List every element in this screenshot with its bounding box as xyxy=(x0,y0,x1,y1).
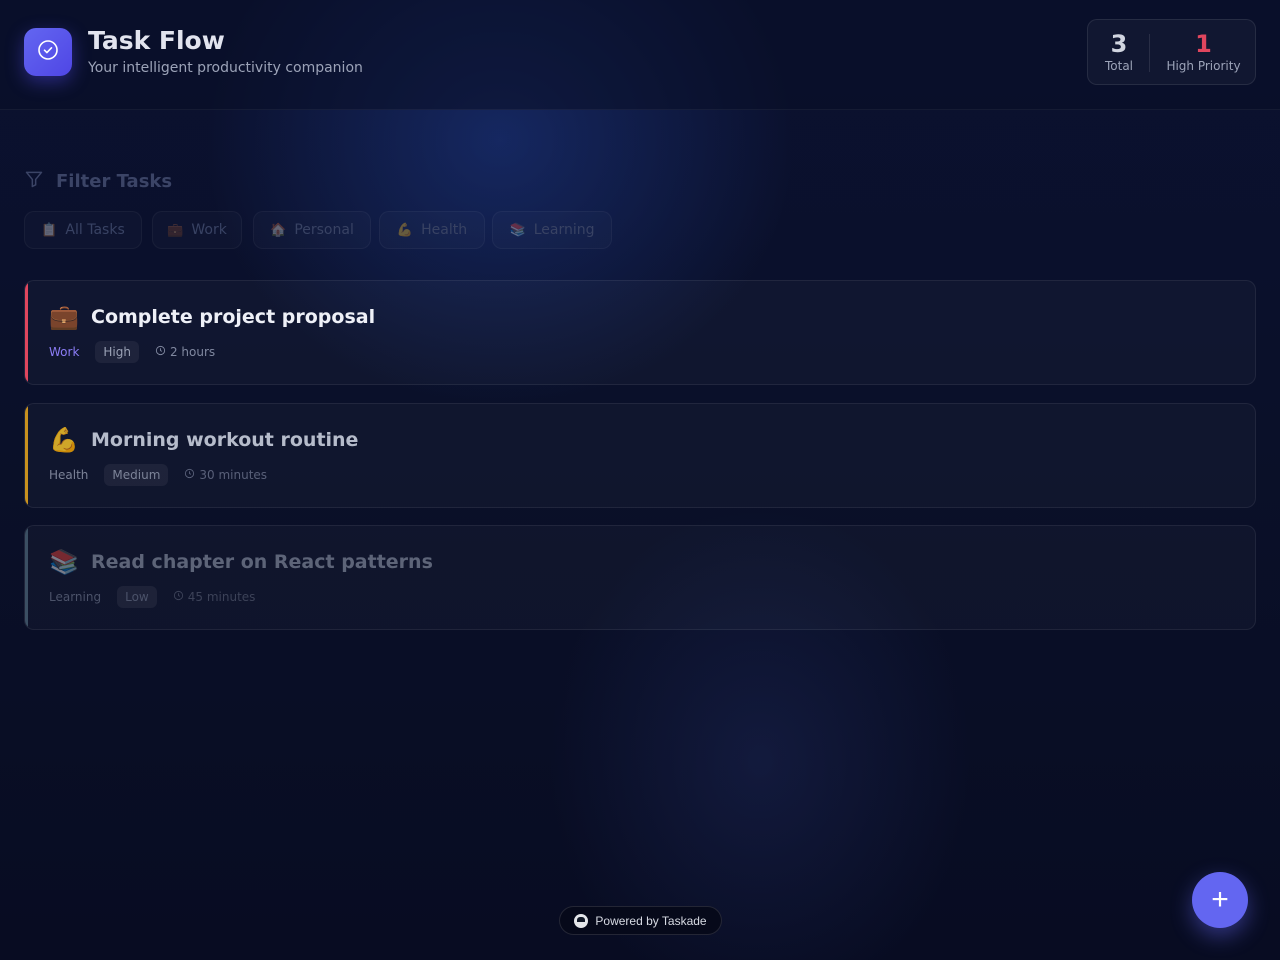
priority-indicator xyxy=(25,281,28,384)
flexed-arm-icon: 💪 xyxy=(49,426,79,454)
filter-chip-learning[interactable]: 📚 Learning xyxy=(492,211,612,249)
briefcase-icon: 💼 xyxy=(167,222,184,238)
task-priority-badge: High xyxy=(95,341,139,363)
filter-chip-all-tasks[interactable]: 📋 All Tasks xyxy=(24,211,142,249)
task-title: Morning workout routine xyxy=(91,429,359,451)
chip-label: Personal xyxy=(294,222,354,238)
task-card[interactable]: 📚 Read chapter on React patterns Learnin… xyxy=(24,525,1256,630)
task-meta: Learning Low 45 minutes xyxy=(49,585,255,609)
clipboard-icon: 📋 xyxy=(41,222,58,238)
task-title: Read chapter on React patterns xyxy=(91,551,433,573)
task-duration: 30 minutes xyxy=(184,468,267,482)
filter-title: Filter Tasks xyxy=(56,170,173,192)
stats-panel: 3 Total 1 High Priority xyxy=(1087,19,1256,85)
task-priority-badge: Medium xyxy=(104,464,169,486)
task-duration-text: 45 minutes xyxy=(187,590,256,604)
briefcase-icon: 💼 xyxy=(49,303,79,331)
priority-indicator xyxy=(25,526,28,629)
task-meta: Health Medium 30 minutes xyxy=(49,463,267,487)
task-priority-badge: Low xyxy=(117,586,157,608)
task-category: Learning xyxy=(49,590,102,604)
task-category: Work xyxy=(49,345,80,359)
house-icon: 🏠 xyxy=(270,222,287,238)
clock-icon xyxy=(155,345,166,359)
task-meta: Work High 2 hours xyxy=(49,340,215,364)
chip-label: All Tasks xyxy=(65,222,125,238)
filter-chip-work[interactable]: 💼 Work xyxy=(152,211,242,249)
stat-high-priority: 1 High Priority xyxy=(1150,20,1257,86)
task-duration-text: 2 hours xyxy=(169,345,216,359)
filter-chip-health[interactable]: 💪 Health xyxy=(379,211,485,249)
task-duration: 2 hours xyxy=(155,345,215,359)
plus-icon: + xyxy=(1211,883,1229,916)
books-icon: 📚 xyxy=(49,548,79,576)
app-logo xyxy=(24,28,72,76)
app-title: Task Flow xyxy=(88,26,225,55)
clock-icon xyxy=(173,590,184,604)
check-circle-icon xyxy=(36,38,60,66)
stat-total-value: 3 xyxy=(1110,30,1128,58)
app-header: Task Flow Your intelligent productivity … xyxy=(0,0,1280,110)
powered-by-text: Powered by Taskade xyxy=(595,913,707,928)
task-category: Health xyxy=(49,468,89,482)
task-card[interactable]: 💼 Complete project proposal Work High 2 … xyxy=(24,280,1256,385)
priority-indicator xyxy=(25,404,28,507)
task-duration: 45 minutes xyxy=(173,590,256,604)
chip-label: Health xyxy=(421,222,468,238)
chip-label: Work xyxy=(191,222,227,238)
task-duration-text: 30 minutes xyxy=(199,468,268,482)
taskade-logo-icon xyxy=(574,913,589,928)
add-task-button[interactable]: + xyxy=(1192,872,1248,928)
filter-chip-personal[interactable]: 🏠 Personal xyxy=(253,211,371,249)
books-icon: 📚 xyxy=(509,222,526,238)
chip-label: Learning xyxy=(533,222,595,238)
clock-icon xyxy=(184,468,195,482)
stat-total-label: Total xyxy=(1104,59,1134,73)
task-title: Complete project proposal xyxy=(91,306,376,328)
app-subtitle: Your intelligent productivity companion xyxy=(88,60,363,76)
stat-high-priority-value: 1 xyxy=(1195,30,1212,58)
powered-by-badge[interactable]: Powered by Taskade xyxy=(559,906,722,935)
flexed-arm-icon: 💪 xyxy=(396,222,414,238)
task-card[interactable]: 💪 Morning workout routine Health Medium … xyxy=(24,403,1256,508)
stat-high-priority-label: High Priority xyxy=(1166,59,1241,73)
filter-heading: Filter Tasks xyxy=(24,168,172,194)
stat-total: 3 Total xyxy=(1088,20,1150,86)
funnel-icon xyxy=(24,169,44,194)
